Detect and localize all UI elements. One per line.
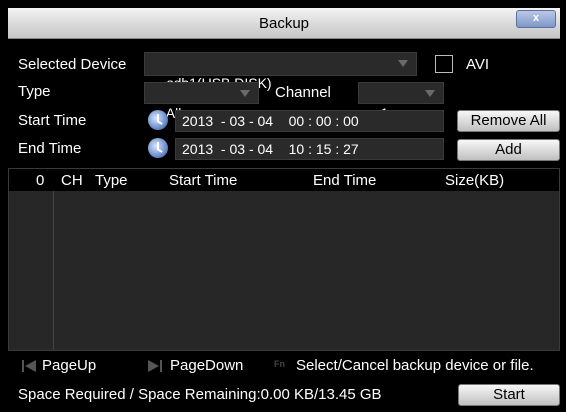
title-bar: Backup x [8,8,560,39]
add-button[interactable]: Add [457,139,560,161]
start-time-input[interactable]: 2013 - 03 - 04 00 : 00 : 00 [175,110,444,132]
table-header: 0 CH Type Start Time End Time Size(KB) [9,169,559,191]
column-header-size: Size(KB) [445,172,505,189]
hint-text: Select/Cancel backup device or file. [296,357,534,374]
window-title: Backup [258,15,310,32]
avi-label: AVI [466,56,490,73]
fn-key-icon: Fn [274,359,285,369]
space-info: Space Required / Space Remaining:0.00 KB… [18,386,382,403]
chevron-down-icon [240,90,250,97]
clock-icon[interactable] [148,110,168,130]
close-button[interactable]: x [516,10,556,28]
start-time-label: Start Time [18,112,87,129]
type-dropdown[interactable]: All [144,82,259,121]
selected-device-label: Selected Device [18,56,127,73]
channel-label: Channel [275,84,331,101]
remove-all-button[interactable]: Remove All [457,110,560,132]
backup-file-table[interactable]: 0 CH Type Start Time End Time Size(KB) [8,168,560,351]
page-down-label[interactable]: PageDown [170,357,243,374]
page-up-icon [22,360,36,372]
close-icon: x [532,12,540,24]
page-down-icon [148,360,162,372]
page-up-label[interactable]: PageUp [42,357,96,374]
column-divider [53,191,54,350]
chevron-down-icon [398,60,408,67]
clock-icon[interactable] [148,138,168,158]
end-time-input[interactable]: 2013 - 03 - 04 10 : 15 : 27 [175,138,444,160]
column-header-index: 0 [36,172,45,189]
column-header-start-time: Start Time [169,172,238,189]
column-header-type: Type [95,172,128,189]
start-button[interactable]: Start [458,384,560,406]
backup-window: Backup x Selected Device sdb1(USB DISK) … [0,0,566,412]
selected-device-dropdown[interactable]: sdb1(USB DISK) [144,52,417,91]
channel-dropdown[interactable]: 1 [358,82,444,121]
chevron-down-icon [425,90,435,97]
end-time-label: End Time [18,140,82,157]
column-header-ch: CH [61,172,83,189]
type-label: Type [18,83,51,100]
column-header-end-time: End Time [313,172,377,189]
avi-checkbox[interactable] [435,55,453,73]
